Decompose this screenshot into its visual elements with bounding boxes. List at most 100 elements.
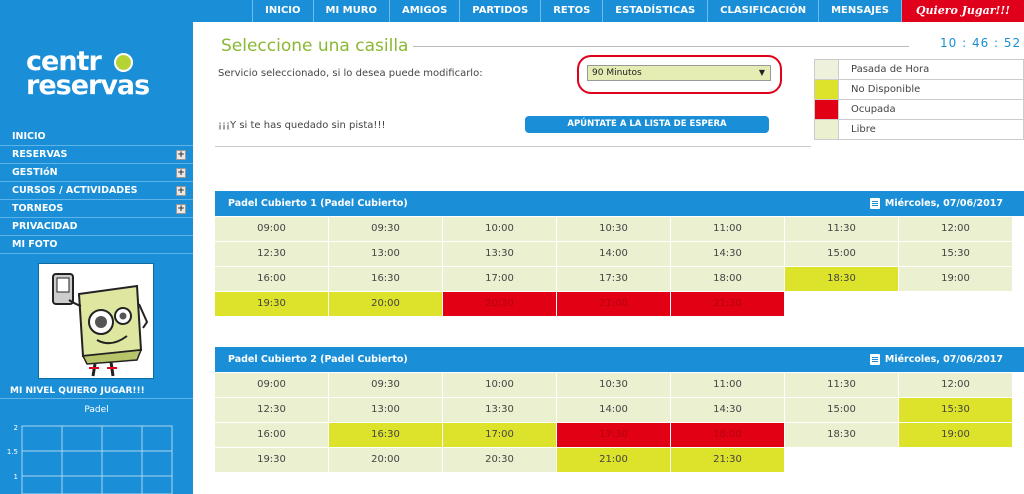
page-root: INICIO MI MURO AMIGOS PARTIDOS RETOS ESTADÍST… — [0, 0, 1024, 494]
time-slot-1430[interactable]: 14:30 — [671, 398, 784, 422]
sidebar-item-mi-foto[interactable]: MI FOTO — [0, 236, 193, 254]
time-slot-1530: 15:30 — [899, 398, 1012, 422]
cartoon-camera-avatar-icon — [39, 264, 153, 378]
legend-swatch — [814, 59, 839, 80]
time-slot-1600[interactable]: 16:00 — [215, 423, 328, 447]
calendar-icon[interactable] — [870, 198, 880, 209]
time-slot-1530[interactable]: 15:30 — [899, 242, 1012, 266]
time-slot-1500[interactable]: 15:00 — [785, 242, 898, 266]
time-slot-2100: 21:00 — [557, 448, 670, 472]
time-slot-1630[interactable]: 16:30 — [329, 267, 442, 291]
expand-plus-icon[interactable]: + — [176, 150, 186, 160]
nav-item-mi-muro[interactable]: MI MURO — [312, 0, 389, 22]
page-title: Seleccione una casilla — [221, 36, 409, 56]
sidebar-item-cursos-actividades[interactable]: CURSOS / ACTIVIDADES + — [0, 182, 193, 200]
court-name: Padel Cubierto 2 (Padel Cubierto) — [228, 354, 408, 365]
court-date: Miércoles, 07/06/2017 — [884, 354, 1003, 365]
expand-plus-icon[interactable]: + — [176, 168, 186, 178]
nivel-tick-2: 2 — [14, 424, 18, 432]
time-slot-1300[interactable]: 13:00 — [329, 242, 442, 266]
nav-item-estadisticas[interactable]: ESTADÍSTICAS — [602, 0, 707, 22]
sidebar-item-label: INICIO — [12, 131, 46, 142]
time-slot-1700: 17:00 — [443, 423, 556, 447]
time-slot-1130[interactable]: 11:30 — [785, 217, 898, 241]
time-slot-1400[interactable]: 14:00 — [557, 242, 670, 266]
court-panel-1: Padel Cubierto 1 (Padel Cubierto) Miércol… — [215, 191, 1024, 316]
time-slot-1730[interactable]: 17:30 — [557, 267, 670, 291]
time-slot-1430[interactable]: 14:30 — [671, 242, 784, 266]
time-slot-1030[interactable]: 10:30 — [557, 373, 670, 397]
clock: 10 : 46 : 52 — [940, 36, 1022, 50]
time-slot-1900: 19:00 — [899, 423, 1012, 447]
time-slot-2030: 20:30 — [443, 292, 556, 316]
logo-text-bottom: reservas — [26, 70, 150, 101]
nivel-sport-label: Padel — [84, 405, 109, 415]
time-slot-1730: 17:30 — [557, 423, 670, 447]
nivel-tick-1: 1 — [14, 473, 18, 481]
time-slot-1630: 16:30 — [329, 423, 442, 447]
status-legend: Pasada de Hora No Disponible Ocupada Libre — [814, 59, 1024, 140]
time-slot-1600[interactable]: 16:00 — [215, 267, 328, 291]
time-slot-1400[interactable]: 14:00 — [557, 398, 670, 422]
time-slot-1230[interactable]: 12:30 — [215, 398, 328, 422]
time-slot-2030[interactable]: 20:30 — [443, 448, 556, 472]
sidebar-item-privacidad[interactable]: PRIVACIDAD — [0, 218, 193, 236]
centroreservas-logo[interactable]: centr reservas — [26, 48, 176, 102]
nav-item-amigos[interactable]: AMIGOS — [388, 0, 459, 22]
time-slot-1930[interactable]: 19:30 — [215, 448, 328, 472]
time-slot-1800[interactable]: 18:00 — [671, 267, 784, 291]
sidebar-item-reservas[interactable]: RESERVAS + — [0, 146, 193, 164]
time-slot-0930[interactable]: 09:30 — [329, 373, 442, 397]
calendar-icon[interactable] — [870, 354, 880, 365]
time-slot-1000[interactable]: 10:00 — [443, 217, 556, 241]
court-panel-2: Padel Cubierto 2 (Padel Cubierto) Miércol… — [215, 347, 1024, 472]
waitlist-prompt: ¡¡¡Y si te has quedado sin pista!!! — [218, 120, 386, 131]
nav-item-inicio[interactable]: INICIO — [252, 0, 312, 22]
waitlist-button[interactable]: APÚNTATE A LA LISTA DE ESPERA — [525, 116, 769, 133]
nav-item-clasificacion[interactable]: CLASIFICACIÓN — [707, 0, 818, 22]
time-slot-1330[interactable]: 13:30 — [443, 398, 556, 422]
time-slot-1700[interactable]: 17:00 — [443, 267, 556, 291]
nav-item-mensajes[interactable]: MENSAJES — [818, 0, 901, 22]
time-slot-2000: 20:00 — [329, 292, 442, 316]
time-slot-1300[interactable]: 13:00 — [329, 398, 442, 422]
service-select[interactable]: 90 Minutos ▼ — [587, 65, 771, 81]
time-slot-1100[interactable]: 11:00 — [671, 217, 784, 241]
time-slot-1230[interactable]: 12:30 — [215, 242, 328, 266]
time-slot-1200[interactable]: 12:00 — [899, 217, 1012, 241]
time-slot-1330[interactable]: 13:30 — [443, 242, 556, 266]
time-slot-0900[interactable]: 09:00 — [215, 373, 328, 397]
time-slot-0900[interactable]: 09:00 — [215, 217, 328, 241]
time-slot-1900[interactable]: 19:00 — [899, 267, 1012, 291]
nivel-chart: 2 1.5 1 — [0, 422, 193, 494]
avatar[interactable] — [38, 263, 154, 379]
title-divider — [413, 46, 909, 47]
expand-plus-icon[interactable]: + — [176, 204, 186, 214]
time-slot-1000[interactable]: 10:00 — [443, 373, 556, 397]
time-slot-grid: 09:00 09:30 10:00 10:30 11:00 11:30 12:00 12:30… — [215, 217, 1024, 316]
sidebar-item-inicio[interactable]: INICIO — [0, 128, 193, 146]
time-slot-1030[interactable]: 10:30 — [557, 217, 670, 241]
sidebar-item-label: RESERVAS — [12, 149, 68, 160]
sidebar-item-torneos[interactable]: TORNEOS + — [0, 200, 193, 218]
sidebar-item-label: CURSOS / ACTIVIDADES — [12, 185, 138, 196]
time-slot-1200[interactable]: 12:00 — [899, 373, 1012, 397]
time-slot-2130: 21:30 — [671, 448, 784, 472]
time-slot-0930[interactable]: 09:30 — [329, 217, 442, 241]
time-slot-1500[interactable]: 15:00 — [785, 398, 898, 422]
time-slot-2000[interactable]: 20:00 — [329, 448, 442, 472]
time-slot-1830[interactable]: 18:30 — [785, 423, 898, 447]
expand-plus-icon[interactable]: + — [176, 186, 186, 196]
sidebar-menu: INICIO RESERVAS + GESTIóN + CURSOS / ACTIVIDA… — [0, 128, 193, 254]
legend-swatch — [814, 99, 839, 120]
sidebar: centr reservas INICIO RESERVAS + GESTIóN + CU… — [0, 0, 193, 494]
sidebar-item-gestion[interactable]: GESTIóN + — [0, 164, 193, 182]
time-slot-1130[interactable]: 11:30 — [785, 373, 898, 397]
nav-item-retos[interactable]: RETOS — [540, 0, 602, 22]
time-slot-1100[interactable]: 11:00 — [671, 373, 784, 397]
quiero-jugar-button[interactable]: Quiero Jugar!!! — [900, 0, 1024, 22]
legend-swatch — [814, 119, 839, 140]
court-date: Miércoles, 07/06/2017 — [884, 198, 1003, 209]
nav-item-partidos[interactable]: PARTIDOS — [459, 0, 540, 22]
service-select-value: 90 Minutos — [592, 68, 642, 78]
